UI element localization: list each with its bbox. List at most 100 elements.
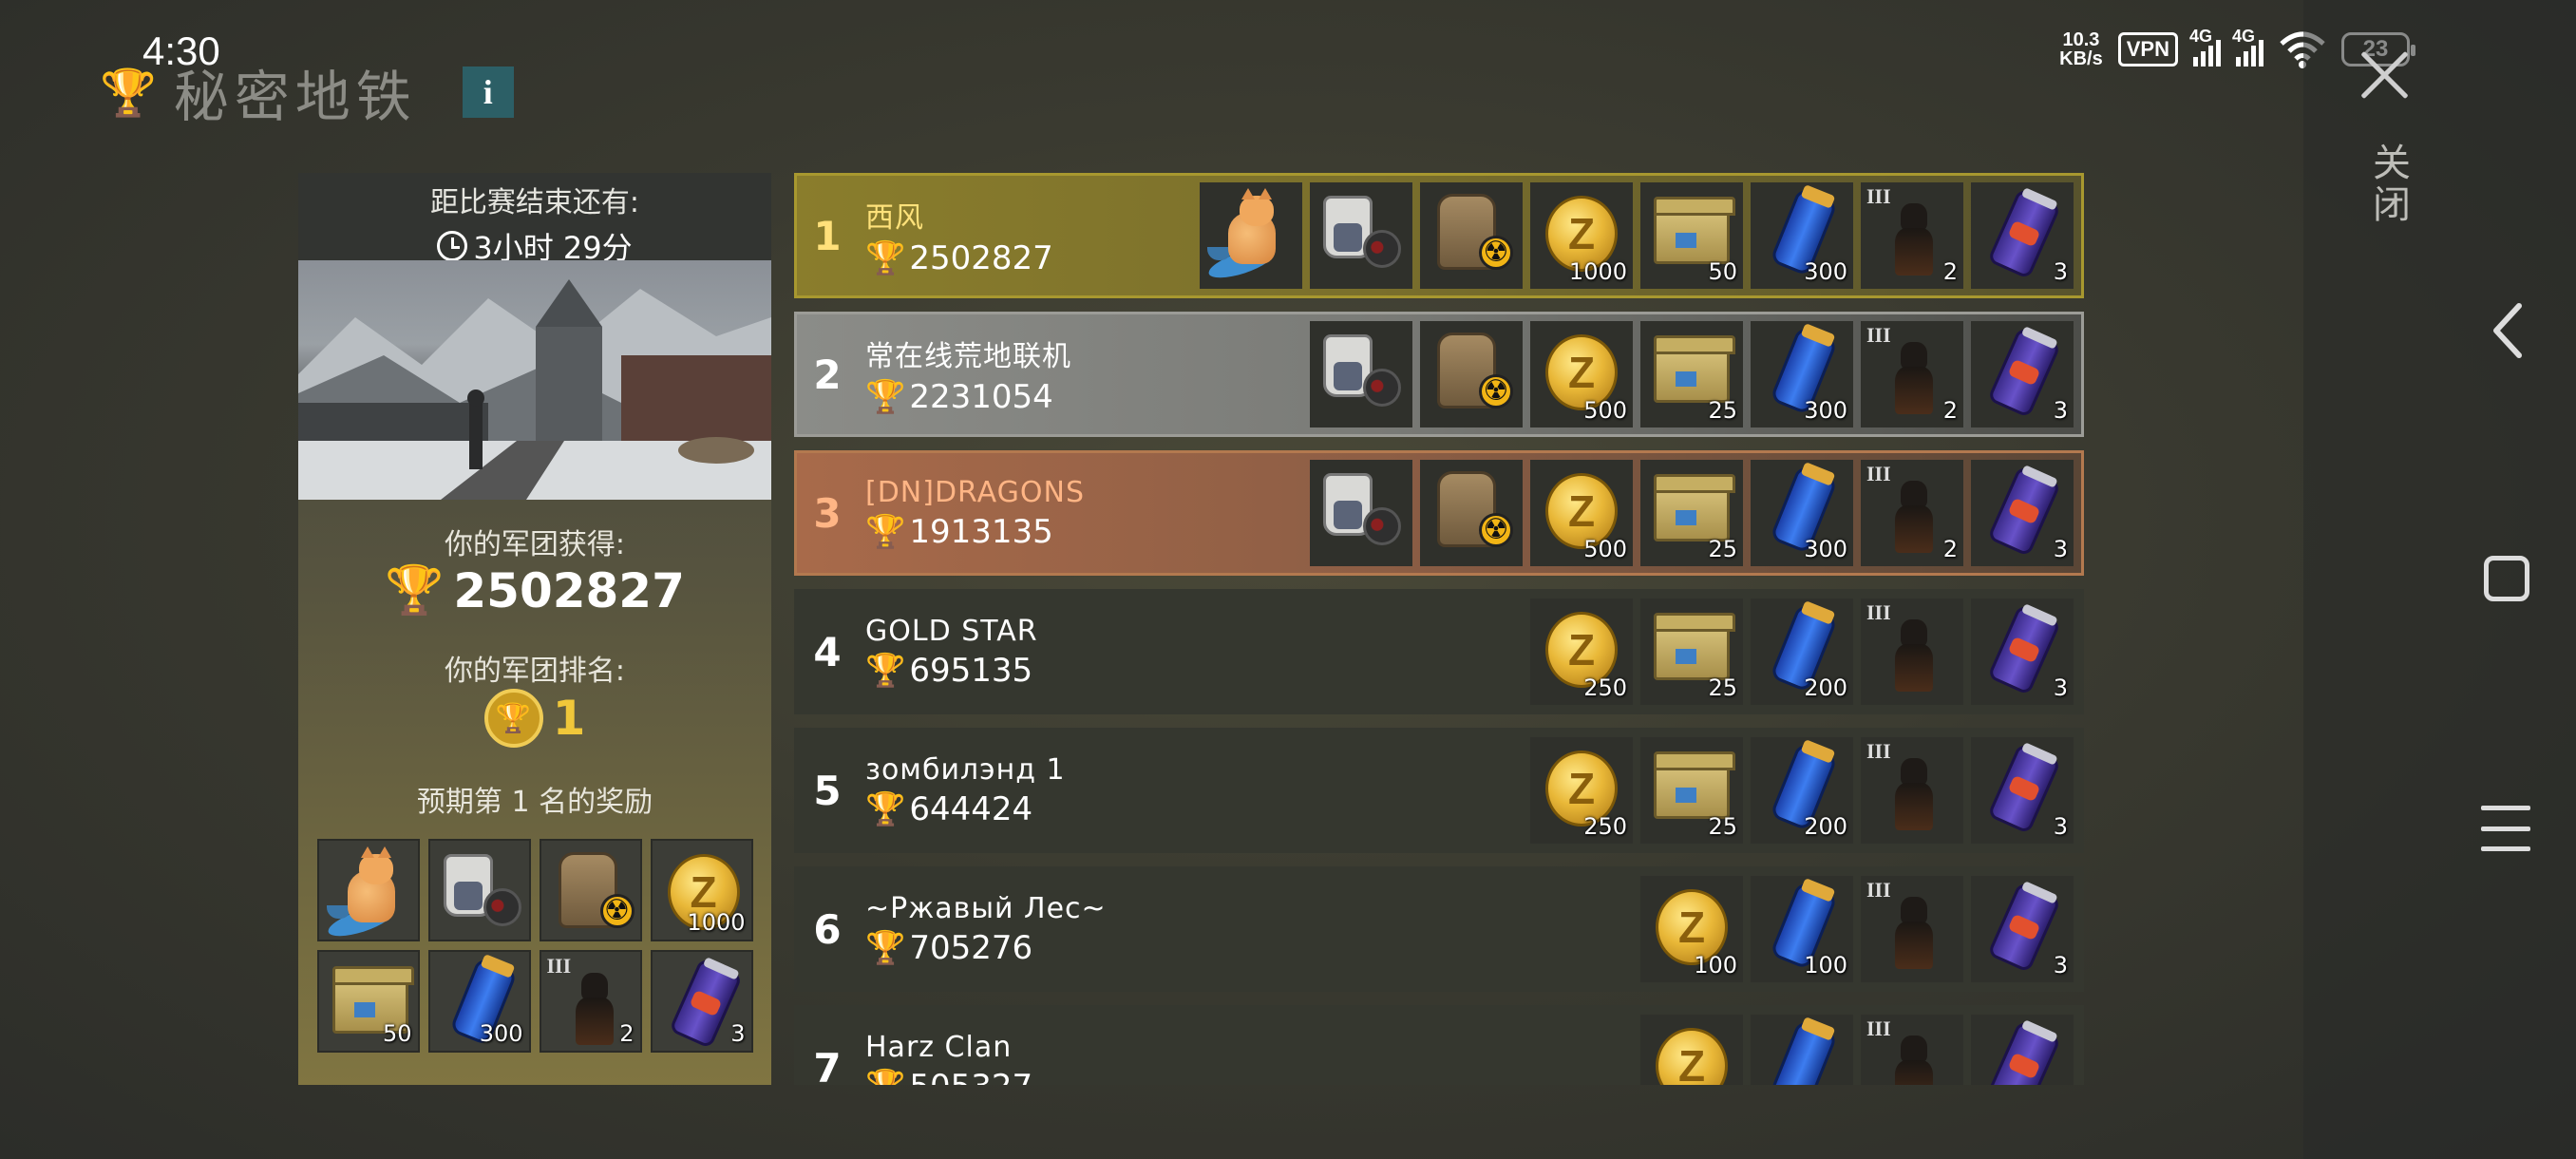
close-label[interactable]: 关闭 (2360, 142, 2415, 226)
reward-item[interactable] (1420, 460, 1523, 566)
reward-count: 1000 (687, 909, 746, 936)
back-icon[interactable] (2489, 302, 2527, 359)
event-image (298, 260, 771, 500)
reward-item[interactable]: 200 (1751, 737, 1853, 844)
reward-item[interactable]: 100 (1640, 876, 1743, 982)
reward-item[interactable]: 3 (1971, 737, 2074, 844)
leaderboard-row[interactable]: 3 [DN]DRAGONS🏆1913135 500 25 300 III 2 3 (794, 450, 2084, 576)
clan-name: 常在线荒地联机 (865, 340, 1071, 373)
trophy-icon: 🏆 (865, 928, 906, 967)
close-icon[interactable] (2356, 46, 2413, 103)
reward-item[interactable]: 3 (1971, 876, 2074, 982)
clan-info: GOLD STAR 🏆 695135 (858, 615, 1530, 690)
clan-info: ~Ржавый Лес~ 🏆 705276 (858, 892, 1640, 967)
clan-score: 2502827 (909, 239, 1053, 277)
row-rewards: 500 25 300 III 2 3 (1310, 321, 2081, 428)
row-rewards: 500 25 300 III 2 3 (1310, 460, 2081, 566)
clan-score: 695135 (909, 651, 1033, 690)
clan-rank: 1 (552, 691, 586, 746)
reward-item[interactable]: 50 (1640, 182, 1743, 289)
reward-item[interactable]: III (1861, 876, 1963, 982)
reward-item[interactable]: 300 (1751, 460, 1853, 566)
reward-item[interactable]: III 2 (1861, 460, 1963, 566)
reward-item[interactable] (1640, 1015, 1743, 1085)
reward-item[interactable] (1310, 460, 1412, 566)
reward-item[interactable]: 3 (650, 950, 753, 1053)
reward-item[interactable]: 500 (1530, 460, 1633, 566)
reward-item[interactable]: 25 (1640, 460, 1743, 566)
reward-item[interactable]: III 2 (1861, 182, 1963, 289)
reward-item[interactable] (539, 839, 642, 941)
reward-item[interactable] (1310, 321, 1412, 428)
reward-item[interactable]: 300 (1751, 321, 1853, 428)
tier-label: III (546, 954, 572, 978)
reward-item[interactable] (316, 839, 420, 941)
reward-item[interactable]: 3 (1971, 321, 2074, 428)
reward-item[interactable] (1200, 182, 1302, 289)
reward-count: 250 (1583, 674, 1627, 701)
info-button[interactable]: i (462, 66, 514, 118)
reward-item[interactable]: 3 (1971, 460, 2074, 566)
rank-number: 1 (813, 212, 842, 259)
reward-count: 3 (2053, 397, 2068, 424)
reward-item[interactable]: 300 (1751, 182, 1853, 289)
reward-item[interactable]: 25 (1640, 321, 1743, 428)
reward-count: 1000 (1568, 258, 1627, 285)
reward-item[interactable]: 1000 (650, 839, 753, 941)
menu-icon[interactable] (2481, 806, 2530, 851)
reward-item[interactable]: 300 (427, 950, 531, 1053)
clan-score: 505327 (909, 1068, 1032, 1086)
signal-icon: 4G (2189, 27, 2221, 66)
reward-item[interactable]: 200 (1751, 598, 1853, 705)
reward-item[interactable]: III 2 (1861, 321, 1963, 428)
countdown: 距比赛结束还有: 3小时 29分 (298, 173, 771, 266)
reward-item[interactable]: 50 (316, 950, 420, 1053)
rank-number: 4 (813, 628, 842, 675)
vpn-icon: VPN (2117, 32, 2178, 66)
reward-item[interactable] (1751, 1015, 1853, 1085)
leaderboard-row[interactable]: 5 зомбилэнд 1🏆644424 250 25 200 III 3 (794, 728, 2084, 853)
leaderboard-row[interactable]: 4 GOLD STAR🏆695135 250 25 200 III 3 (794, 589, 2084, 714)
page-title: 秘密地铁 (173, 65, 417, 129)
reward-item[interactable]: III (1861, 598, 1963, 705)
reward-item[interactable]: III (1861, 737, 1963, 844)
reward-item[interactable]: 250 (1530, 737, 1633, 844)
event-summary-panel: 距比赛结束还有: 3小时 29分 你的军团获得: 🏆 2502827 你的军团排… (298, 173, 771, 1085)
leaderboard-row[interactable]: 1 西风 🏆2502827 1000 50 300 III 2 3 (794, 173, 2084, 298)
leaderboard-row[interactable]: 2 常在线荒地联机 🏆2231054 500 25 300 III 2 3 (794, 312, 2084, 437)
leaderboard-row[interactable]: 6 ~Ржавый Лес~🏆705276 100 100 III 3 (794, 866, 2084, 992)
reward-item[interactable]: 3 (1971, 598, 2074, 705)
reward-item[interactable] (427, 839, 531, 941)
clan-score: 2231054 (909, 378, 1053, 416)
tier-label: III (1866, 184, 1891, 208)
rank-number: 6 (813, 905, 842, 953)
reward-item[interactable]: 25 (1640, 737, 1743, 844)
reward-count: 2 (1942, 258, 1958, 285)
signal-icon: 4G (2232, 27, 2263, 66)
rank-number: 7 (813, 1044, 842, 1086)
page-header: 🏆 秘密地铁 i (100, 52, 514, 132)
reward-item[interactable]: 100 (1751, 876, 1853, 982)
expected-reward-grid: 1000 50 300 III 2 3 (298, 839, 771, 1053)
city-scene-illustration (298, 279, 771, 500)
leaderboard-list[interactable]: 1西风🏆2502827100050300III232常在线荒地联机🏆223105… (794, 173, 2084, 1085)
clan-name: ~Ржавый Лес~ (865, 891, 1107, 925)
nav-strip (2303, 0, 2576, 1159)
reward-item[interactable] (1420, 182, 1523, 289)
clock-icon (437, 231, 468, 261)
reward-item[interactable]: 500 (1530, 321, 1633, 428)
reward-item[interactable] (1971, 1015, 2074, 1085)
leaderboard-row[interactable]: 7 Harz Clan 🏆505327 III (794, 1005, 2084, 1085)
reward-item[interactable]: 1000 (1530, 182, 1633, 289)
reward-item[interactable]: III 2 (539, 950, 642, 1053)
reward-item[interactable]: III (1861, 1015, 1963, 1085)
reward-item[interactable] (1310, 182, 1412, 289)
reward-item[interactable]: 3 (1971, 182, 2074, 289)
trophy-icon: 🏆 (865, 239, 906, 277)
home-icon[interactable] (2484, 556, 2529, 601)
reward-count: 25 (1708, 674, 1737, 701)
reward-item[interactable]: 250 (1530, 598, 1633, 705)
reward-count: 25 (1708, 536, 1737, 562)
reward-item[interactable] (1420, 321, 1523, 428)
reward-item[interactable]: 25 (1640, 598, 1743, 705)
